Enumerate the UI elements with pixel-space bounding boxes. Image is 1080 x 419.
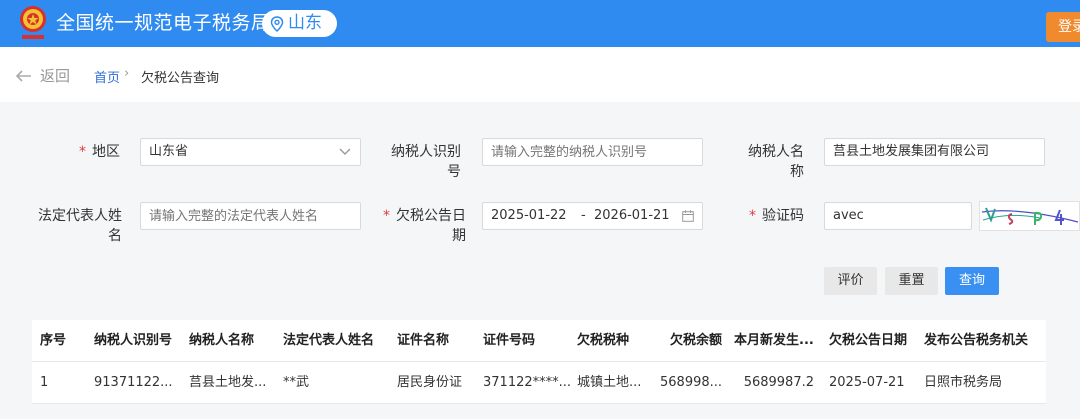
arrow-left-icon bbox=[16, 69, 31, 82]
date-end[interactable]: 2026-01-21 bbox=[594, 203, 670, 229]
column-header: 发布公告税务机关 bbox=[924, 333, 1029, 348]
evaluate-button[interactable]: 评价 bbox=[824, 267, 877, 295]
column-header: 纳税人名称 bbox=[189, 333, 255, 348]
table-row[interactable]: 1 91371122... 莒县土地发... **武 居民身份证 371122*… bbox=[32, 362, 1046, 404]
top-header: 全国统一规范电子税务局 山东 登录 bbox=[0, 0, 1080, 47]
login-button[interactable]: 登录 bbox=[1046, 12, 1080, 42]
date-start[interactable]: 2025-01-22 bbox=[491, 203, 567, 229]
breadcrumb-separator: › bbox=[124, 66, 130, 81]
captcha-label: * 验证码 bbox=[749, 208, 804, 224]
captcha-image[interactable] bbox=[979, 201, 1080, 231]
table-cell: 371122****... bbox=[483, 375, 571, 390]
table-cell: 城镇土地... bbox=[577, 375, 642, 390]
captcha-input[interactable]: avec bbox=[824, 202, 972, 230]
taxpayer-id-input[interactable] bbox=[482, 138, 703, 166]
back-label: 返回 bbox=[40, 67, 71, 85]
column-header: 法定代表人姓名 bbox=[283, 333, 375, 348]
table-cell: 居民身份证 bbox=[397, 375, 463, 390]
region-name: 山东 bbox=[288, 13, 322, 33]
breadcrumb-home-link[interactable]: 首页 bbox=[94, 67, 120, 86]
column-header: 证件号码 bbox=[483, 333, 536, 348]
reset-button[interactable]: 重置 bbox=[885, 267, 938, 295]
location-pin-icon bbox=[270, 15, 284, 32]
taxpayer-name-input[interactable]: 莒县土地发展集团有限公司 bbox=[824, 138, 1045, 166]
captcha-image-icon bbox=[981, 207, 1079, 225]
column-header: 欠税余额 bbox=[669, 333, 722, 348]
table-cell: 1 bbox=[40, 375, 49, 390]
table-cell: 2025-07-21 bbox=[829, 375, 905, 390]
column-header: 欠税公告日期 bbox=[829, 333, 908, 348]
date-label: * 欠税公告日期 bbox=[383, 208, 466, 244]
column-header: 纳税人识别号 bbox=[94, 333, 173, 348]
chevron-down-icon bbox=[339, 148, 351, 155]
results-table: 序号 纳税人识别号 纳税人名称 法定代表人姓名 证件名称 证件号码 欠税税种 欠… bbox=[32, 320, 1046, 404]
table-header-row: 序号 纳税人识别号 纳税人名称 法定代表人姓名 证件名称 证件号码 欠税税种 欠… bbox=[32, 320, 1046, 362]
column-header: 证件名称 bbox=[397, 333, 450, 348]
query-button[interactable]: 查询 bbox=[945, 267, 999, 295]
table-cell: 5689987.2 bbox=[743, 375, 814, 390]
table-cell: 日照市税务局 bbox=[924, 375, 1003, 390]
region-select[interactable]: 山东省 bbox=[140, 138, 361, 166]
calendar-icon bbox=[682, 210, 694, 222]
column-header: 序号 bbox=[40, 333, 67, 348]
table-cell: 568998... bbox=[660, 375, 722, 390]
tax-emblem-icon bbox=[20, 6, 46, 39]
region-switcher[interactable]: 山东 bbox=[262, 10, 337, 37]
site-title: 全国统一规范电子税务局 bbox=[56, 12, 271, 34]
date-separator: - bbox=[581, 208, 586, 223]
table-cell: 莒县土地发... bbox=[189, 375, 267, 390]
column-header: 本月新发生... bbox=[734, 333, 814, 348]
taxpayer-id-label: 纳税人识别号 bbox=[391, 144, 461, 180]
legal-rep-input[interactable] bbox=[140, 202, 361, 230]
table-cell: 91371122... bbox=[94, 375, 173, 390]
taxpayer-name-label: 纳税人名称 bbox=[748, 144, 804, 180]
breadcrumb-bar: 返回 首页 › 欠税公告查询 bbox=[0, 47, 1080, 102]
region-label: * 地区 bbox=[79, 144, 120, 160]
column-header: 欠税税种 bbox=[577, 333, 630, 348]
breadcrumb-current: 欠税公告查询 bbox=[141, 71, 220, 86]
table-cell: **武 bbox=[283, 375, 310, 390]
legal-rep-label: 法定代表人姓名 bbox=[38, 208, 122, 244]
date-range-picker[interactable]: 2025-01-22 - 2026-01-21 bbox=[482, 202, 703, 230]
back-button[interactable]: 返回 bbox=[16, 65, 70, 86]
